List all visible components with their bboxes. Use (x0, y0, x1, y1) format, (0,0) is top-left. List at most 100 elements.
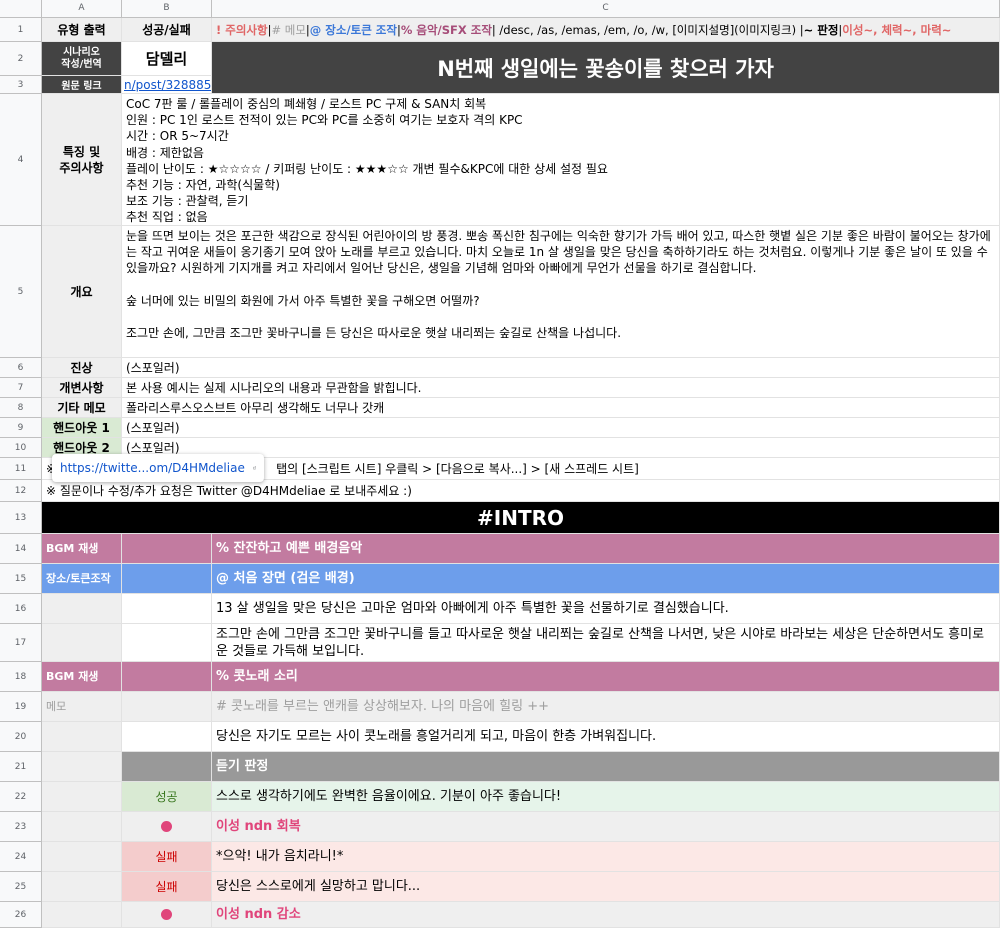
overview-text[interactable]: 눈을 뜨면 보이는 것은 포근한 색감으로 장식된 어린아이의 방 풍경. 뽀송… (122, 226, 1000, 358)
script-result-success[interactable]: 성공 (122, 782, 212, 812)
script-text[interactable]: 이성 ndn 감소 (212, 902, 1000, 928)
handout1-value[interactable]: (스포일러) (122, 418, 1000, 438)
handout1-label[interactable]: 핸드아웃 1 (42, 418, 122, 438)
script-type[interactable] (42, 624, 122, 662)
script-type[interactable] (42, 752, 122, 782)
script-result[interactable] (122, 902, 212, 928)
legend-memo: # 메모 (271, 22, 306, 37)
script-type[interactable] (42, 782, 122, 812)
tooltip-url[interactable]: https://twitte...om/D4HMdeliae (60, 461, 245, 475)
features-label[interactable]: 특징 및 주의사항 (42, 94, 122, 226)
select-all-corner[interactable] (0, 0, 42, 18)
column-header-a[interactable]: A (42, 0, 122, 18)
script-result[interactable] (122, 564, 212, 594)
script-result-fail[interactable]: 실패 (122, 872, 212, 902)
header-legend[interactable]: ! 주의사항 | # 메모 | @ 장소/토큰 조작 | % 음악/SFX 조작… (212, 18, 1000, 42)
row-header[interactable]: 8 (0, 398, 42, 418)
link-label[interactable]: 원문 링크 (42, 76, 122, 94)
author-cell[interactable]: 담델리 (122, 42, 212, 76)
row-header[interactable]: 4 (0, 94, 42, 226)
features-text[interactable]: CoC 7판 룰 / 롤플레이 중심의 폐쇄형 / 로스트 PC 구제 & SA… (122, 94, 1000, 226)
link-tooltip[interactable]: https://twitte...om/D4HMdeliae (52, 454, 264, 482)
script-type[interactable]: BGM 재생 (42, 534, 122, 564)
script-text[interactable]: 이성 ndn 회복 (212, 812, 1000, 842)
script-type[interactable]: 메모 (42, 692, 122, 722)
scenario-title[interactable]: N번째 생일에는 꽃송이를 찾으러 가자 (212, 42, 1000, 94)
link-cell[interactable]: n/post/3288850 (122, 76, 212, 94)
row-header[interactable]: 20 (0, 722, 42, 752)
adapt-value[interactable]: 본 사용 예시는 실제 시나리오의 내용과 무관함을 밝힙니다. (122, 378, 1000, 398)
row-header[interactable]: 12 (0, 480, 42, 502)
script-result[interactable] (122, 752, 212, 782)
script-text[interactable]: 당신은 자기도 모르는 사이 콧노래를 흥얼거리게 되고, 마음이 한층 가벼워… (212, 722, 1000, 752)
script-type[interactable] (42, 902, 122, 928)
copy-instruction-text: 탭의 [스크립트 시트] 우클릭 > [다음으로 복사...] > [새 스프레… (276, 461, 639, 476)
row-header[interactable]: 17 (0, 624, 42, 662)
intro-header[interactable]: #INTRO (42, 502, 1000, 534)
script-type[interactable] (42, 722, 122, 752)
legend-alert: ! 주의사항 (216, 22, 268, 37)
row-header[interactable]: 9 (0, 418, 42, 438)
contact-note[interactable]: ※ 질문이나 수정/추가 요청은 Twitter @D4HMdeliae 로 보… (42, 480, 1000, 502)
script-result-fail[interactable]: 실패 (122, 842, 212, 872)
script-type[interactable] (42, 812, 122, 842)
row-header[interactable]: 15 (0, 564, 42, 594)
script-text[interactable]: % 잔잔하고 예쁜 배경음악 (212, 534, 1000, 564)
header-type-output[interactable]: 유형 출력 (42, 18, 122, 42)
row-header[interactable]: 18 (0, 662, 42, 692)
script-type[interactable]: 장소/토큰조작 (42, 564, 122, 594)
script-type[interactable] (42, 872, 122, 902)
row-header[interactable]: 1 (0, 18, 42, 42)
script-type[interactable] (42, 842, 122, 872)
row-header[interactable]: 10 (0, 438, 42, 458)
script-result[interactable] (122, 662, 212, 692)
source-link[interactable]: n/post/3288850 (124, 78, 211, 92)
row-header[interactable]: 14 (0, 534, 42, 564)
row-header[interactable]: 26 (0, 902, 42, 928)
adapt-label[interactable]: 개변사항 (42, 378, 122, 398)
open-in-new-icon[interactable] (253, 461, 256, 475)
script-type[interactable]: BGM 재생 (42, 662, 122, 692)
script-result[interactable] (122, 594, 212, 624)
row-header[interactable]: 16 (0, 594, 42, 624)
column-header-c[interactable]: C (212, 0, 1000, 18)
script-result[interactable] (122, 534, 212, 564)
row-header[interactable]: 2 (0, 42, 42, 76)
script-text[interactable]: 13 살 생일을 맞은 당신은 고마운 엄마와 아빠에게 아주 특별한 꽃을 선… (212, 594, 1000, 624)
spreadsheet: A B C 1 2 3 4 5 6 7 8 9 10 11 12 13 14 1… (0, 0, 1000, 928)
script-text[interactable]: 스스로 생각하기에도 완벽한 음율이에요. 기분이 아주 좋습니다! (212, 782, 1000, 812)
row-header[interactable]: 21 (0, 752, 42, 782)
row-header[interactable]: 6 (0, 358, 42, 378)
stat-dot-icon (161, 821, 172, 832)
script-text[interactable]: % 콧노래 소리 (212, 662, 1000, 692)
column-header-b[interactable]: B (122, 0, 212, 18)
script-text[interactable]: # 콧노래를 부르는 앤캐를 상상해보자. 나의 마음에 힐링 ++ (212, 692, 1000, 722)
script-text[interactable]: @ 처음 장면 (검은 배경) (212, 564, 1000, 594)
script-text[interactable]: 당신은 스스로에게 실망하고 맙니다... (212, 872, 1000, 902)
row-header[interactable]: 13 (0, 502, 42, 534)
script-text[interactable]: 조그만 손에 그만큼 조그만 꽃바구니를 들고 따사로운 햇살 내리쬐는 숲길로… (212, 624, 1000, 662)
scenario-label[interactable]: 시나리오 작성/번역 (42, 42, 122, 76)
row-header[interactable]: 3 (0, 76, 42, 94)
header-success-fail[interactable]: 성공/실패 (122, 18, 212, 42)
row-header[interactable]: 22 (0, 782, 42, 812)
row-header[interactable]: 23 (0, 812, 42, 842)
row-header[interactable]: 7 (0, 378, 42, 398)
overview-label[interactable]: 개요 (42, 226, 122, 358)
script-result[interactable] (122, 624, 212, 662)
script-text[interactable]: *으악! 내가 음치라니!* (212, 842, 1000, 872)
script-result[interactable] (122, 722, 212, 752)
memo-value[interactable]: 폴라리스루스오스브트 아무리 생각해도 너무나 갓캐 (122, 398, 1000, 418)
memo-label[interactable]: 기타 메모 (42, 398, 122, 418)
row-header[interactable]: 24 (0, 842, 42, 872)
row-header[interactable]: 11 (0, 458, 42, 480)
row-header[interactable]: 25 (0, 872, 42, 902)
row-header[interactable]: 19 (0, 692, 42, 722)
truth-label[interactable]: 진상 (42, 358, 122, 378)
truth-value[interactable]: (스포일러) (122, 358, 1000, 378)
script-text[interactable]: 듣기 판정 (212, 752, 1000, 782)
script-type[interactable] (42, 594, 122, 624)
script-result[interactable] (122, 692, 212, 722)
script-result[interactable] (122, 812, 212, 842)
row-header[interactable]: 5 (0, 226, 42, 358)
